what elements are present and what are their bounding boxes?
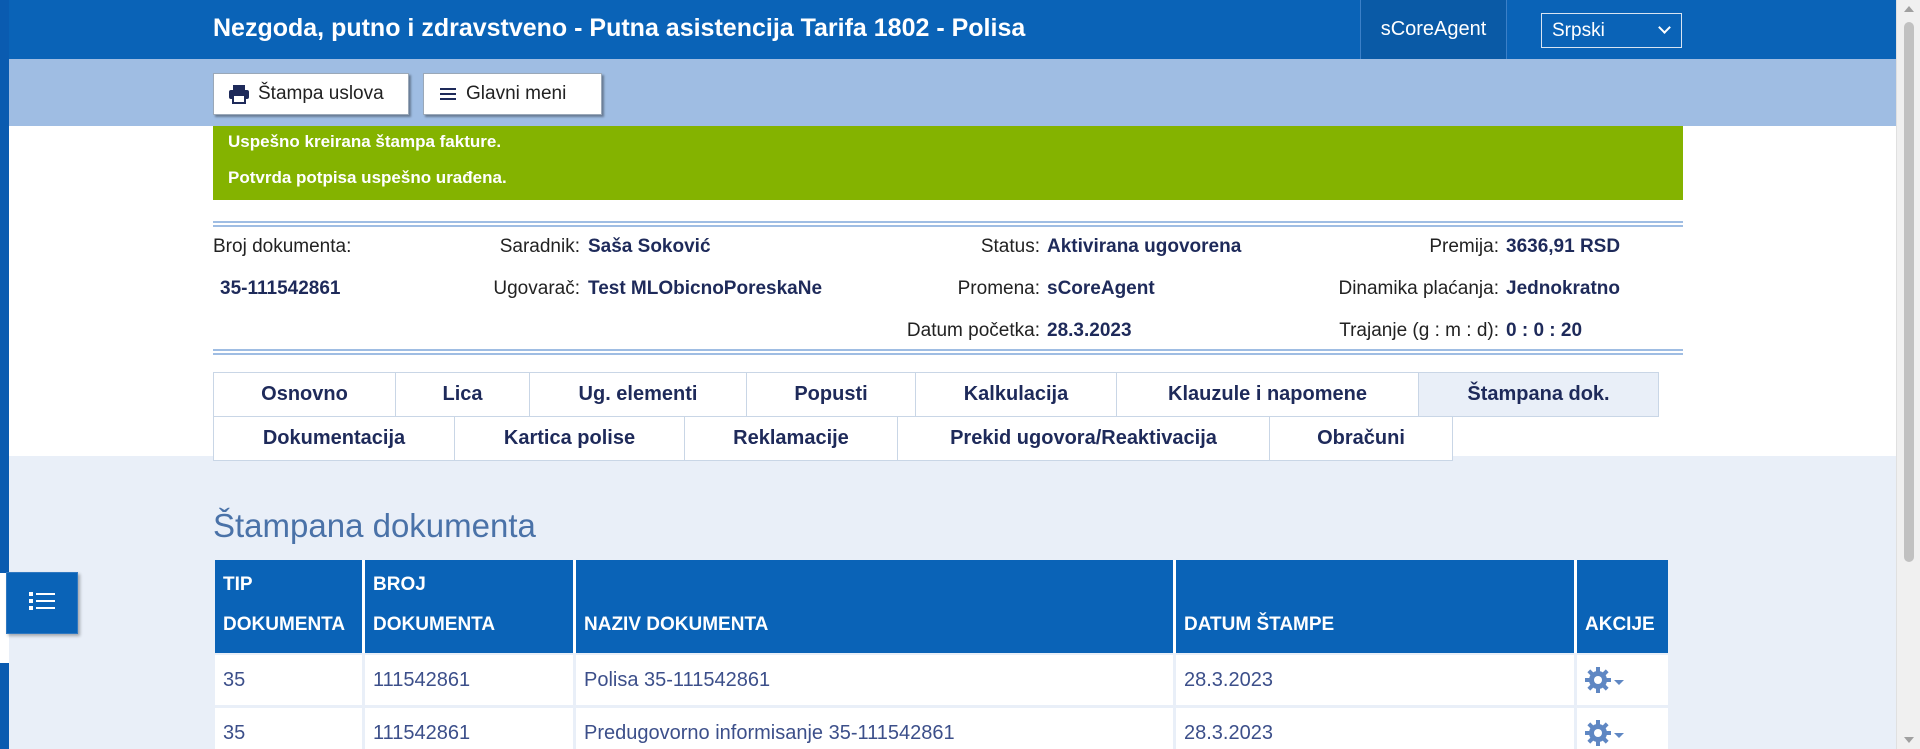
- tab-lica[interactable]: Lica: [395, 372, 530, 417]
- row-actions-button[interactable]: [1584, 719, 1624, 749]
- gear-icon: [1584, 719, 1612, 749]
- associate-label: Saradnik:: [499, 236, 580, 257]
- cell-date: 28.3.2023: [1176, 708, 1577, 749]
- tab-popusti[interactable]: Popusti: [746, 372, 916, 417]
- column-header-type[interactable]: TIP DOKUMENTA: [215, 560, 365, 653]
- language-select[interactable]: Srpski: [1541, 13, 1682, 48]
- cell-type: 35: [215, 708, 365, 749]
- print-terms-button[interactable]: Štampa uslova: [213, 73, 409, 115]
- tab-klauzule[interactable]: Klauzule i napomene: [1116, 372, 1419, 417]
- scroll-down-arrow-icon[interactable]: [1904, 737, 1914, 743]
- cell-number: 111542861: [365, 655, 576, 705]
- scroll-up-arrow-icon[interactable]: [1904, 6, 1914, 12]
- tab-kartica-polise[interactable]: Kartica polise: [454, 416, 685, 461]
- cell-date: 28.3.2023: [1176, 655, 1577, 705]
- list-icon: [27, 589, 57, 618]
- tab-ug-elementi[interactable]: Ug. elementi: [529, 372, 747, 417]
- header-text: DOKUMENTA: [373, 614, 496, 635]
- header-text: BROJ: [373, 574, 426, 595]
- contractor-value: Test MLObicnoPoreskaNe: [588, 278, 823, 299]
- agent-name[interactable]: sCoreAgent: [1360, 0, 1507, 59]
- doc-number-label: Broj dokumenta:: [213, 236, 352, 257]
- cell-number: 111542861: [365, 708, 576, 749]
- side-menu-button[interactable]: [6, 572, 78, 634]
- app-header: Nezgoda, putno i zdravstveno - Putna asi…: [9, 0, 1896, 59]
- section-title: Štampana dokumenta: [213, 507, 536, 544]
- change-value: sCoreAgent: [1047, 278, 1155, 299]
- tab-osnovno[interactable]: Osnovno: [213, 372, 396, 417]
- column-header-number[interactable]: BROJ DOKUMENTA: [365, 560, 576, 653]
- caret-down-icon: [1614, 733, 1624, 738]
- premium-value: 3636,91 RSD: [1506, 236, 1621, 257]
- associate-value: Saša Soković: [588, 236, 711, 257]
- column-header-actions[interactable]: AKCIJE: [1577, 560, 1668, 653]
- printer-icon: [228, 84, 250, 104]
- gear-icon: [1584, 666, 1612, 699]
- header-text: AKCIJE: [1585, 614, 1655, 635]
- duration-value: 0 : 0 : 20: [1506, 320, 1583, 341]
- change-label: Promena:: [957, 278, 1040, 299]
- status-label: Status:: [980, 236, 1040, 257]
- header-text: TIP: [223, 574, 253, 595]
- page-title: Nezgoda, putno i zdravstveno - Putna asi…: [213, 14, 1026, 42]
- tab-stampana-dok[interactable]: Štampana dok.: [1418, 372, 1659, 417]
- chevron-down-icon: [1658, 21, 1671, 34]
- tab-dokumentacija[interactable]: Dokumentacija: [213, 416, 455, 461]
- scrollbar-thumb[interactable]: [1904, 22, 1914, 562]
- premium-label: Premija:: [1429, 236, 1499, 257]
- success-message: Potvrda potpisa uspešno urađena.: [228, 168, 507, 187]
- toolbar: Štampa uslova Glavni meni: [9, 59, 1896, 126]
- caret-down-icon: [1614, 680, 1624, 685]
- print-terms-label: Štampa uslova: [258, 83, 384, 104]
- main-menu-button[interactable]: Glavni meni: [423, 73, 602, 115]
- tab-reklamacije[interactable]: Reklamacije: [684, 416, 898, 461]
- cell-name: Polisa 35-111542861: [576, 655, 1176, 705]
- payment-label: Dinamika plaćanja:: [1338, 278, 1499, 299]
- success-message: Uspešno kreirana štampa fakture.: [228, 132, 502, 151]
- start-date-label: Datum početka:: [906, 320, 1040, 341]
- start-date-value: 28.3.2023: [1047, 320, 1132, 341]
- language-value: Srpski: [1552, 20, 1605, 41]
- doc-number-value: 35-111542861: [220, 278, 341, 299]
- header-text: DOKUMENTA: [223, 614, 346, 635]
- tab-prekid-ugovora[interactable]: Prekid ugovora/Reaktivacija: [897, 416, 1270, 461]
- contractor-label: Ugovarač:: [493, 278, 580, 299]
- row-actions-button[interactable]: [1584, 666, 1624, 699]
- header-text: NAZIV DOKUMENTA: [584, 614, 769, 635]
- status-value: Aktivirana ugovorena: [1047, 236, 1242, 257]
- column-header-name[interactable]: NAZIV DOKUMENTA: [576, 560, 1176, 653]
- tab-kalkulacija[interactable]: Kalkulacija: [915, 372, 1117, 417]
- duration-label: Trajanje (g : m : d):: [1339, 320, 1499, 341]
- header-text: DATUM ŠTAMPE: [1184, 614, 1335, 635]
- vertical-scrollbar[interactable]: [1896, 0, 1920, 749]
- main-menu-label: Glavni meni: [466, 83, 567, 104]
- cell-name: Predugovorno informisanje 35-111542861: [576, 708, 1176, 749]
- success-message-box: Uspešno kreirana štampa fakture. Potvrda…: [213, 126, 1683, 200]
- payment-value: Jednokratno: [1506, 278, 1621, 299]
- column-header-date[interactable]: DATUM ŠTAMPE: [1176, 560, 1577, 653]
- hamburger-icon: [438, 86, 458, 102]
- divider: [213, 349, 1683, 355]
- cell-type: 35: [215, 655, 365, 705]
- tab-obracuni[interactable]: Obračuni: [1269, 416, 1453, 461]
- divider: [213, 221, 1683, 227]
